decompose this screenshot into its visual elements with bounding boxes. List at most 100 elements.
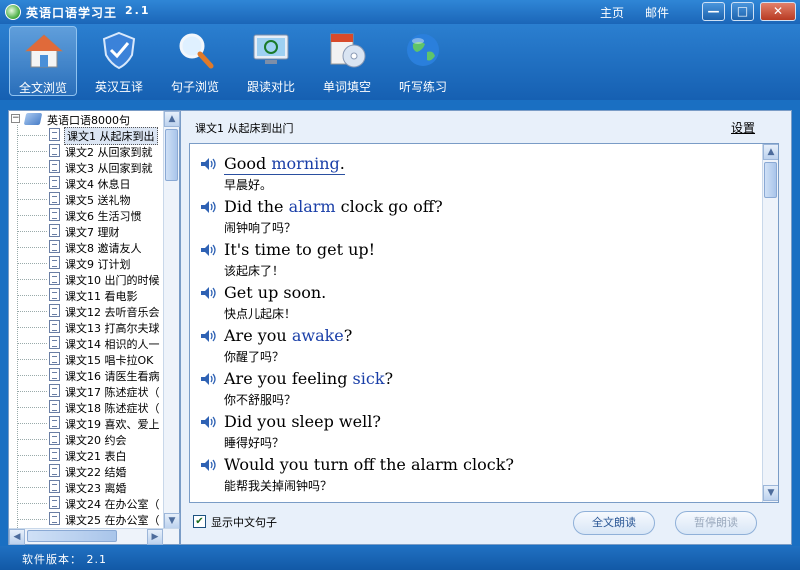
tree-item-lesson[interactable]: 课文6 生活习惯 <box>9 207 165 223</box>
collapse-icon[interactable]: − <box>11 114 20 123</box>
mail-link[interactable]: 邮件 <box>645 4 669 21</box>
speaker-icon[interactable] <box>200 243 218 257</box>
tool-word-fill[interactable]: 单词填空 <box>313 26 381 96</box>
scroll-up-icon[interactable]: ▲ <box>763 144 778 160</box>
read-all-button[interactable]: 全文朗读 <box>573 511 655 535</box>
tree-connector <box>17 343 47 344</box>
tree-item-lesson[interactable]: 课文4 休息日 <box>9 175 165 191</box>
document-icon <box>49 496 60 509</box>
tool-dictation[interactable]: 听写练习 <box>389 26 457 96</box>
tree-item-lesson[interactable]: 课文1 从起床到出 <box>9 127 165 145</box>
english-sentence: Are you feeling sick? <box>224 369 393 388</box>
hscroll-thumb[interactable] <box>27 530 117 542</box>
scroll-down-icon[interactable]: ▼ <box>763 485 778 501</box>
minimize-button[interactable]: — <box>702 2 725 21</box>
chinese-translation: 快点儿起床！ <box>224 307 297 321</box>
tree-connector <box>17 327 47 328</box>
tree-vertical-scrollbar[interactable]: ▲ ▼ <box>163 111 180 529</box>
scroll-left-icon[interactable]: ◀ <box>9 529 25 545</box>
toolbar: 全文浏览 英汉互译 句子浏览 跟读对比 单词填空 听写练习 <box>0 24 800 100</box>
document-icon <box>49 304 60 317</box>
tree-item-lesson[interactable]: 课文3 从回家到就 <box>9 159 165 175</box>
speaker-icon[interactable] <box>200 200 218 214</box>
tree-item-lesson[interactable]: 课文14 相识的人一 <box>9 335 165 351</box>
tree-item-lesson[interactable]: 课文25 在办公室（ <box>9 511 165 527</box>
tree-item-label: 课文20 约会 <box>65 434 127 447</box>
sentence-item: Did you sleep well? 睡得好吗？ <box>200 412 760 452</box>
tree-connector <box>17 231 47 232</box>
tree-item-lesson[interactable]: 课文16 请医生看病 <box>9 367 165 383</box>
sentence-text: It's time to get up! <box>224 240 376 259</box>
speaker-icon[interactable] <box>200 415 218 429</box>
document-icon <box>49 192 60 205</box>
tree-item-lesson[interactable]: 课文11 看电影 <box>9 287 165 303</box>
status-bar: 软件版本： 2.1 <box>0 546 800 570</box>
home-icon <box>24 34 64 68</box>
keyword-text: alarm <box>288 197 336 216</box>
lesson-tree: − 英语口语8000句 课文1 从起床到出 课文2 从回家到就 课文3 从回家到就课… <box>8 110 180 545</box>
tree-item-label: 课文25 在办公室（ <box>65 514 160 527</box>
close-button[interactable]: ✕ <box>760 2 796 21</box>
tool-sentence-browse[interactable]: 句子浏览 <box>161 26 229 96</box>
english-sentence: Did you sleep well? <box>224 412 381 431</box>
tree-item-lesson[interactable]: 课文21 表白 <box>9 447 165 463</box>
tree-item-lesson[interactable]: 课文13 打高尔夫球 <box>9 319 165 335</box>
keyword-text: morning <box>271 154 340 173</box>
scroll-thumb[interactable] <box>764 162 777 198</box>
tree-item-lesson[interactable]: 课文5 送礼物 <box>9 191 165 207</box>
maximize-button[interactable]: □ <box>731 2 754 21</box>
sentence-text: Would you turn off the alarm clock? <box>224 455 514 474</box>
settings-link[interactable]: 设置 <box>731 119 755 136</box>
tree-item-label: 课文2 从回家到就 <box>65 146 153 159</box>
scroll-down-icon[interactable]: ▼ <box>164 513 180 529</box>
tree-item-lesson[interactable]: 课文24 在办公室（ <box>9 495 165 511</box>
disc-icon <box>330 33 366 68</box>
tree-connector <box>17 375 47 376</box>
tree-item-lesson[interactable]: 课文20 约会 <box>9 431 165 447</box>
speaker-icon[interactable] <box>200 372 218 386</box>
tree-item-lesson[interactable]: 课文2 从回家到就 <box>9 143 165 159</box>
tree-root-label: 英语口语8000句 <box>47 114 130 127</box>
show-chinese-checkbox[interactable]: ✔ <box>193 515 206 528</box>
speaker-icon[interactable] <box>200 458 218 472</box>
chinese-translation: 闹钟响了吗？ <box>224 221 297 235</box>
document-icon <box>49 176 60 189</box>
tree-item-lesson[interactable]: 课文10 出门的时候 <box>9 271 165 287</box>
tree-item-lesson[interactable]: 课文8 邀请友人 <box>9 239 165 255</box>
tree-item-lesson[interactable]: 课文9 订计划 <box>9 255 165 271</box>
tree-item-lesson[interactable]: 课文12 去听音乐会 <box>9 303 165 319</box>
tree-item-lesson[interactable]: 课文19 喜欢、爱上 <box>9 415 165 431</box>
tool-label: 单词填空 <box>322 80 371 94</box>
software-version: 软件版本： 2.1 <box>22 553 107 566</box>
tree-connector <box>17 215 47 216</box>
tool-translate[interactable]: 英汉互译 <box>85 26 153 96</box>
pause-reading-button[interactable]: 暂停朗读 <box>675 511 757 535</box>
text-vertical-scrollbar[interactable]: ▲ ▼ <box>762 144 778 502</box>
tool-full-text[interactable]: 全文浏览 <box>9 26 77 96</box>
tree-item-lesson[interactable]: 课文23 离婚 <box>9 479 165 495</box>
tree-item-label: 课文9 订计划 <box>65 258 131 271</box>
tree-item-lesson[interactable]: 课文7 理财 <box>9 223 165 239</box>
speaker-icon[interactable] <box>200 157 218 171</box>
english-sentence: Good morning. <box>224 154 345 175</box>
home-link[interactable]: 主页 <box>600 4 624 21</box>
app-logo-icon <box>5 4 21 20</box>
scroll-thumb[interactable] <box>165 129 178 181</box>
tree-item-label: 课文8 邀请友人 <box>65 242 142 255</box>
chinese-translation: 睡得好吗？ <box>224 436 285 450</box>
recycle-monitor-icon <box>253 34 289 64</box>
tree-item-lesson[interactable]: 课文22 结婚 <box>9 463 165 479</box>
tree-item-lesson[interactable]: 课文18 陈述症状（ <box>9 399 165 415</box>
tree-item-lesson[interactable]: 课文17 陈述症状（ <box>9 383 165 399</box>
speaker-icon[interactable] <box>200 329 218 343</box>
tree-item-label: 课文22 结婚 <box>65 466 127 479</box>
scroll-right-icon[interactable]: ▶ <box>147 529 163 545</box>
tree-item-lesson[interactable]: 课文15 唱卡拉OK <box>9 351 165 367</box>
tree-items: 课文1 从起床到出 课文2 从回家到就 课文3 从回家到就 课文4 休息日 课文5 送礼… <box>9 127 165 531</box>
scroll-up-icon[interactable]: ▲ <box>164 111 180 127</box>
tool-follow-read[interactable]: 跟读对比 <box>237 26 305 96</box>
app-version: 2.1 <box>125 4 151 17</box>
document-icon <box>49 256 60 269</box>
speaker-icon[interactable] <box>200 286 218 300</box>
tree-horizontal-scrollbar[interactable]: ◀ ▶ <box>9 528 179 545</box>
